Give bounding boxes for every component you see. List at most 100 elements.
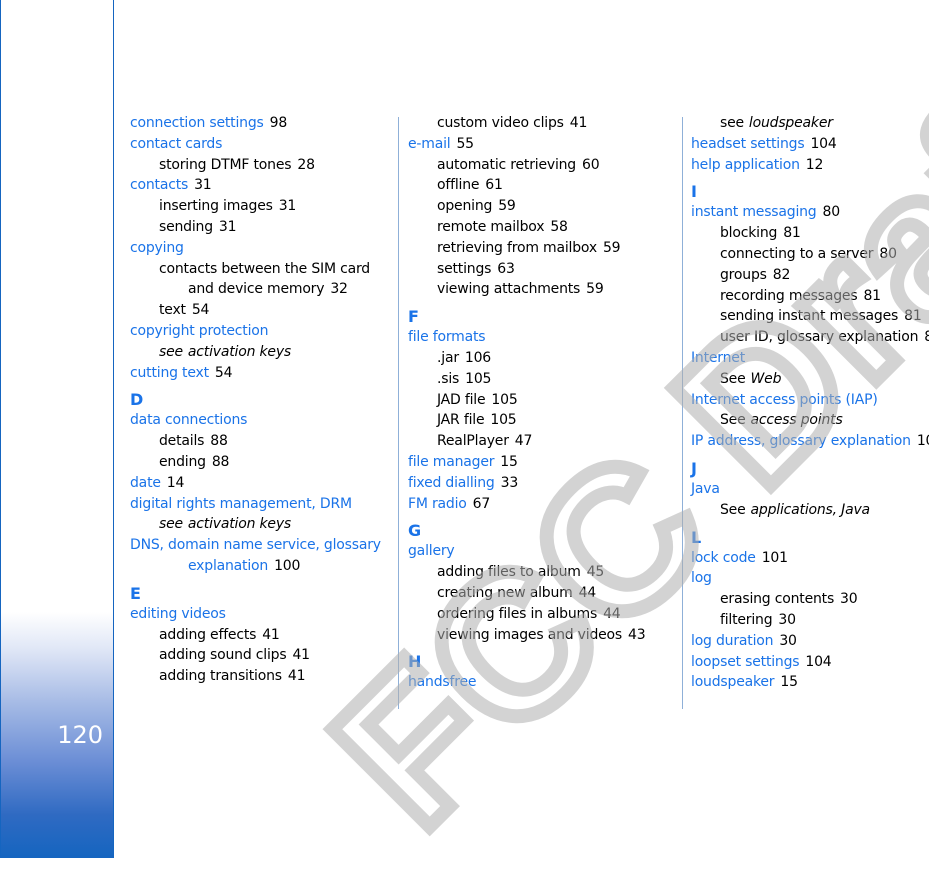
entry-term[interactable]: copyright protection	[130, 323, 269, 339]
index-subentry: viewing images and videos 43	[408, 625, 678, 646]
page-reference: 41	[569, 115, 588, 131]
entry-term: contacts between the SIM card	[159, 260, 370, 277]
index-entry: instant messaging 80	[691, 202, 929, 223]
page-reference: 59	[586, 281, 604, 298]
index-subentry: inserting images 31	[130, 196, 390, 217]
entry-term[interactable]: digital rights management, DRM	[130, 496, 352, 512]
page-reference: 82	[924, 329, 929, 346]
entry-term[interactable]: connection settings	[130, 115, 264, 131]
entry-term: .sis	[437, 370, 460, 387]
entry-term[interactable]: DNS, domain name service, glossary	[130, 537, 381, 553]
entry-term[interactable]: explanation	[188, 558, 268, 574]
index-subentry: remote mailbox 58	[408, 217, 678, 238]
entry-term: settings	[437, 260, 492, 277]
entry-term[interactable]: date	[130, 475, 161, 491]
index-entry: Internet	[691, 348, 929, 369]
index-entry: data connections	[130, 410, 390, 431]
entry-term[interactable]: Internet access points (IAP)	[691, 392, 878, 408]
entry-term[interactable]: lock code	[691, 550, 756, 566]
page-reference: 15	[780, 674, 798, 691]
entry-term[interactable]: FM radio	[408, 496, 467, 512]
entry-term[interactable]: Java	[691, 481, 720, 497]
entry-term[interactable]: cutting text	[130, 365, 209, 381]
entry-term[interactable]: loopset settings	[691, 654, 800, 670]
page-reference: 44	[603, 605, 621, 622]
entry-term[interactable]: data connections	[130, 412, 247, 428]
see-prefix: See	[720, 501, 746, 518]
entry-term[interactable]: editing videos	[130, 606, 226, 622]
entry-term: filtering	[720, 611, 773, 628]
index-subentry: JAR file 105	[408, 410, 678, 431]
page-reference: 30	[778, 611, 796, 628]
index-entry: log duration 30	[691, 631, 929, 652]
entry-term[interactable]: log duration	[691, 633, 774, 649]
see-reference: See access points	[691, 410, 929, 431]
page-reference: 61	[485, 177, 503, 194]
index-entry: Internet access points (IAP)	[691, 390, 929, 411]
index-entry: headset settings 104	[691, 134, 929, 155]
section-letter: H	[408, 652, 422, 672]
entry-term: RealPlayer	[437, 433, 509, 450]
page-reference: 33	[500, 474, 519, 491]
index-entry: editing videos	[130, 604, 390, 625]
index-entry: cutting text 54	[130, 363, 390, 384]
index-subentry: details 88	[130, 431, 390, 452]
entry-term[interactable]: file formats	[408, 329, 486, 345]
page-reference: 59	[498, 198, 516, 215]
entry-term[interactable]: log	[691, 570, 712, 586]
entry-term[interactable]: handsfree	[408, 674, 477, 690]
page-reference: 88	[211, 453, 230, 470]
entry-term: JAR file	[437, 412, 485, 429]
entry-term[interactable]: loudspeaker	[691, 674, 775, 690]
index-subentry: offline 61	[408, 175, 678, 196]
index-subentry: opening 59	[408, 196, 678, 217]
entry-term[interactable]: e-mail	[408, 136, 451, 152]
entry-term: sending instant messages	[720, 308, 899, 325]
index-entry: help application 12	[691, 155, 929, 176]
page-reference: 30	[779, 632, 797, 649]
entry-term[interactable]: gallery	[408, 543, 455, 559]
index-subentry: sending 31	[130, 217, 390, 238]
index-subentry: text 54	[130, 300, 390, 321]
entry-term: connecting to a server	[720, 245, 874, 262]
entry-term[interactable]: contacts	[130, 177, 188, 193]
index-subentry: adding transitions 41	[130, 666, 390, 687]
see-prefix: See	[720, 412, 746, 429]
page-reference: 67	[472, 495, 491, 512]
page-reference: 58	[550, 218, 568, 235]
page-reference: 59	[602, 239, 621, 256]
entry-term[interactable]: fixed dialling	[408, 475, 495, 491]
page-reference: 100	[274, 557, 301, 574]
page-reference: 100	[916, 433, 929, 450]
page-reference: 41	[262, 626, 280, 643]
entry-term[interactable]: copying	[130, 240, 184, 256]
see-reference: see activation keys	[130, 342, 390, 363]
section-letter: G	[408, 521, 422, 541]
index-subentry: blocking 81	[691, 223, 929, 244]
index-entry: gallery	[408, 541, 678, 562]
entry-term[interactable]: Internet	[691, 350, 745, 366]
page-reference: 105	[465, 370, 492, 387]
index-subentry: contacts between the SIM card	[130, 259, 390, 280]
page-reference: 60	[582, 156, 600, 173]
index-entry: log	[691, 568, 929, 589]
page-reference: 44	[578, 584, 597, 601]
entry-term[interactable]: file manager	[408, 454, 494, 470]
entry-term[interactable]: help application	[691, 157, 800, 173]
index-subentry: connecting to a server 80	[691, 244, 929, 265]
page-reference: 15	[500, 453, 518, 470]
entry-term: adding transitions	[159, 668, 282, 685]
entry-term: adding sound clips	[159, 647, 287, 664]
entry-term[interactable]: instant messaging	[691, 204, 817, 220]
entry-term: sending	[159, 218, 213, 235]
entry-term[interactable]: contact cards	[130, 136, 222, 152]
entry-term[interactable]: headset settings	[691, 136, 805, 152]
page-reference: 41	[287, 668, 306, 685]
index-subentry: sending instant messages 81	[691, 306, 929, 327]
index-entry: contacts 31	[130, 175, 390, 196]
see-target: access points	[750, 412, 843, 429]
index-entry: Java	[691, 479, 929, 500]
index-entry: copyright protection	[130, 321, 390, 342]
entry-term[interactable]: IP address, glossary explanation	[691, 433, 911, 449]
entry-term: erasing contents	[720, 591, 835, 608]
